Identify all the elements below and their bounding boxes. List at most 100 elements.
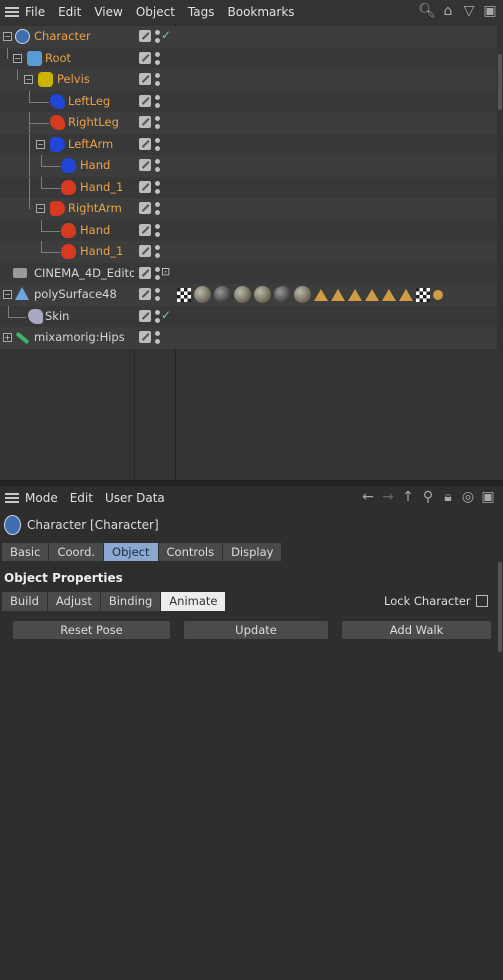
- menu-mode[interactable]: Mode: [25, 491, 58, 505]
- visibility-toggle-icon[interactable]: [139, 245, 151, 257]
- editor-render-dots-icon[interactable]: [155, 201, 160, 216]
- editor-render-dots-icon[interactable]: [155, 51, 160, 66]
- menu-user-data[interactable]: User Data: [105, 491, 165, 505]
- visibility-toggle-icon[interactable]: [139, 202, 151, 214]
- enabled-check-icon[interactable]: ✓: [161, 28, 171, 42]
- visibility-toggle-icon[interactable]: [139, 266, 151, 279]
- tree-row-hand-left[interactable]: Hand: [0, 155, 497, 177]
- back-arrow-icon[interactable]: ←: [359, 489, 377, 505]
- tab-coord[interactable]: Coord.: [49, 543, 104, 561]
- collapse-toggle[interactable]: −: [36, 139, 45, 149]
- visibility-toggle-icon[interactable]: [139, 73, 151, 85]
- material-tag-icon[interactable]: [294, 286, 311, 303]
- visibility-toggle-icon[interactable]: [139, 309, 151, 322]
- visibility-toggle-icon[interactable]: [139, 137, 151, 150]
- editor-render-dots-icon[interactable]: [155, 137, 160, 152]
- tab-display[interactable]: Display: [223, 543, 282, 561]
- new-window-icon[interactable]: ▣: [479, 489, 497, 505]
- collapse-toggle[interactable]: −: [13, 53, 22, 63]
- selection-tag-icon[interactable]: [382, 288, 396, 301]
- material-tag-icon[interactable]: [234, 286, 251, 303]
- selection-tag-icon[interactable]: [314, 288, 328, 301]
- menu-file[interactable]: File: [25, 5, 45, 19]
- subtab-adjust[interactable]: Adjust: [47, 592, 100, 611]
- filter-icon[interactable]: ▽: [460, 2, 478, 20]
- update-button[interactable]: Update: [184, 621, 328, 639]
- tree-row-root[interactable]: − Root: [0, 47, 497, 69]
- lock-icon[interactable]: 🔒︎: [439, 489, 457, 505]
- menu-bookmarks[interactable]: Bookmarks: [228, 5, 295, 19]
- collapse-toggle[interactable]: −: [24, 75, 33, 84]
- visibility-toggle-icon[interactable]: [139, 30, 151, 42]
- tab-basic[interactable]: Basic: [2, 543, 49, 561]
- visibility-toggle-icon[interactable]: [139, 51, 151, 64]
- tree-row-hand1-left[interactable]: Hand_1: [0, 176, 497, 198]
- material-tag-icon[interactable]: [254, 286, 271, 303]
- material-tag-icon[interactable]: [274, 286, 291, 303]
- editor-render-dots-icon[interactable]: [155, 330, 160, 345]
- forward-arrow-icon[interactable]: →: [379, 489, 397, 505]
- tree-row-polysurface48[interactable]: − polySurface48: [0, 284, 497, 306]
- tree-row-mixamorig-hips[interactable]: + mixamorig:Hips: [0, 327, 497, 349]
- uvw-tag-icon[interactable]: [416, 287, 430, 302]
- editor-render-dots-icon[interactable]: [155, 94, 160, 109]
- tree-row-leftleg[interactable]: LeftLeg: [0, 90, 497, 112]
- hamburger-menu-icon[interactable]: [5, 493, 19, 503]
- selection-tag-icon[interactable]: [365, 288, 379, 301]
- editor-render-dots-icon[interactable]: [155, 29, 160, 44]
- tree-row-hand1-right[interactable]: Hand_1: [0, 241, 497, 263]
- editor-render-dots-icon[interactable]: [155, 180, 160, 195]
- subtab-build[interactable]: Build: [2, 592, 47, 611]
- material-tag-icon[interactable]: [214, 286, 231, 303]
- editor-render-dots-icon[interactable]: [155, 158, 160, 173]
- tree-row-skin[interactable]: Skin ✓: [0, 305, 497, 327]
- attribute-manager-scrollbar[interactable]: [498, 562, 502, 652]
- visibility-toggle-icon[interactable]: [139, 159, 151, 171]
- visibility-toggle-icon[interactable]: [139, 94, 151, 107]
- tree-row-character[interactable]: − Character ✓: [0, 26, 497, 48]
- tree-row-rightarm[interactable]: − RightArm: [0, 198, 497, 220]
- visibility-toggle-icon[interactable]: [139, 223, 151, 236]
- editor-render-dots-icon[interactable]: [155, 115, 160, 130]
- visibility-toggle-icon[interactable]: [139, 331, 151, 343]
- menu-object[interactable]: Object: [136, 5, 175, 19]
- weight-tag-icon[interactable]: [433, 289, 443, 300]
- lock-character-checkbox[interactable]: [475, 595, 488, 607]
- editor-render-dots-icon[interactable]: [155, 244, 160, 259]
- tree-row-pelvis[interactable]: − Pelvis: [0, 69, 497, 91]
- search-icon[interactable]: ⚲: [419, 489, 437, 505]
- expand-toggle[interactable]: +: [3, 333, 12, 342]
- visibility-toggle-icon[interactable]: [139, 180, 151, 193]
- tree-row-rightleg[interactable]: RightLeg: [0, 112, 497, 134]
- up-arrow-icon[interactable]: ↑: [399, 489, 417, 505]
- selection-tag-icon[interactable]: [331, 288, 345, 301]
- editor-render-dots-icon[interactable]: [155, 309, 160, 324]
- tree-row-leftarm[interactable]: − LeftArm: [0, 133, 497, 155]
- uvw-tag-icon[interactable]: [177, 287, 191, 302]
- editor-render-dots-icon[interactable]: [155, 266, 160, 281]
- add-walk-button[interactable]: Add Walk: [342, 621, 491, 639]
- menu-edit[interactable]: Edit: [70, 491, 93, 505]
- tree-row-cinema4d-editor[interactable]: CINEMA_4D_Editor ⊡: [0, 262, 497, 284]
- camera-target-icon[interactable]: ⊡: [161, 265, 170, 278]
- visibility-toggle-icon[interactable]: [139, 116, 151, 128]
- editor-render-dots-icon[interactable]: [155, 287, 160, 302]
- search-icon[interactable]: 🔍︎: [418, 2, 436, 20]
- editor-render-dots-icon[interactable]: [155, 72, 160, 87]
- menu-tags[interactable]: Tags: [188, 5, 215, 19]
- reset-pose-button[interactable]: Reset Pose: [13, 621, 170, 639]
- selection-tag-icon[interactable]: [399, 288, 413, 301]
- enabled-check-icon[interactable]: ✓: [161, 308, 171, 322]
- subtab-binding[interactable]: Binding: [100, 592, 161, 611]
- selection-tag-icon[interactable]: [348, 288, 362, 301]
- material-tag-icon[interactable]: [194, 286, 211, 303]
- editor-render-dots-icon[interactable]: [155, 223, 160, 238]
- collapse-toggle[interactable]: −: [36, 204, 45, 213]
- object-manager-scrollbar[interactable]: [498, 54, 502, 110]
- collapse-toggle[interactable]: −: [3, 32, 12, 41]
- visibility-toggle-icon[interactable]: [139, 288, 151, 300]
- new-window-icon[interactable]: ▣: [481, 2, 499, 20]
- tab-controls[interactable]: Controls: [158, 543, 223, 561]
- hamburger-menu-icon[interactable]: [5, 7, 19, 17]
- target-icon[interactable]: ◎: [459, 489, 477, 505]
